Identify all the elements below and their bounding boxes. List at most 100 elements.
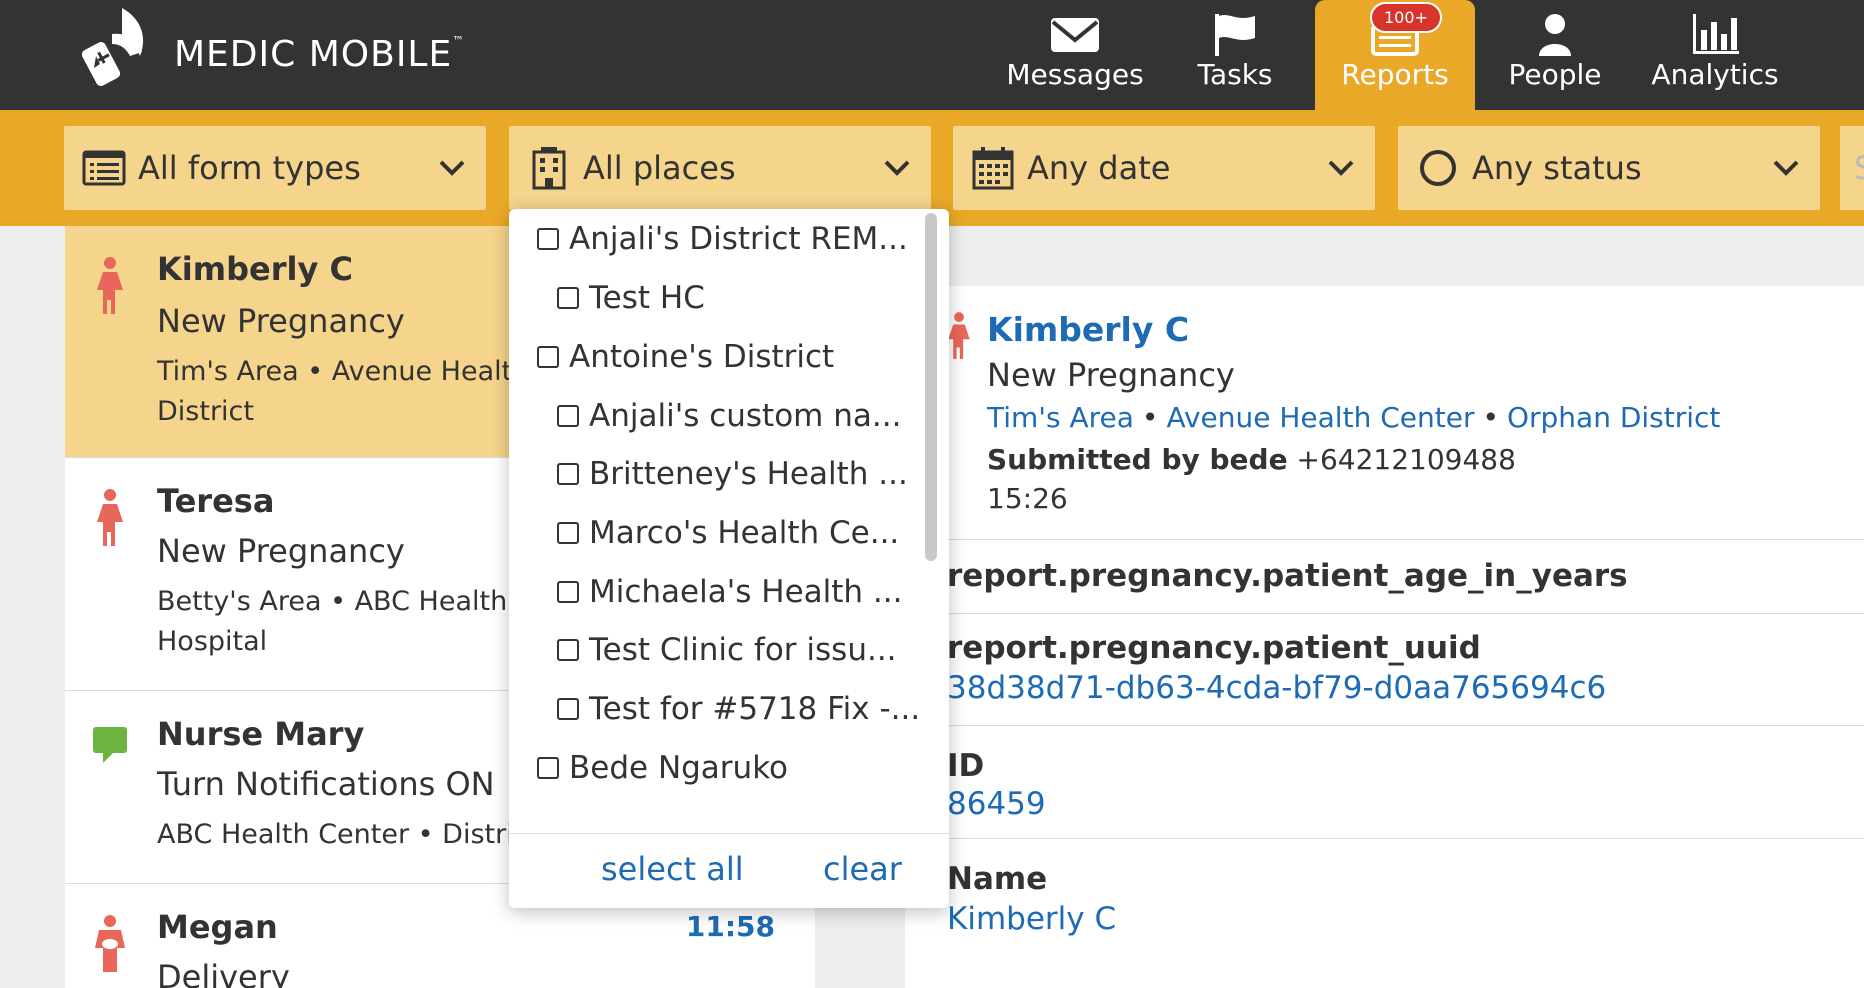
checkbox[interactable] <box>557 463 579 485</box>
date-filter[interactable]: Any date <box>953 126 1375 210</box>
report-patient-name: Nurse Mary <box>157 715 365 753</box>
checkbox[interactable] <box>537 757 559 779</box>
place-filter-label: All places <box>583 149 736 187</box>
field-label: ID <box>947 748 985 784</box>
report-form-name: Turn Notifications ON <box>157 765 495 803</box>
list-icon <box>82 146 126 190</box>
pregnant-woman-icon <box>97 257 123 314</box>
checkbox[interactable] <box>557 639 579 661</box>
place-option[interactable]: Michaela's Health ... <box>557 567 902 617</box>
field-label: report.pregnancy.patient_age_in_years <box>947 558 1628 594</box>
breadcrumb-separator: • <box>1141 401 1159 434</box>
select-all-button[interactable]: select all <box>601 850 744 888</box>
place-option-label: Britteney's Health ... <box>589 456 908 492</box>
field-value[interactable]: Kimberly C <box>947 901 1116 937</box>
status-filter-label: Any status <box>1472 149 1642 187</box>
place-option-label: Test Clinic for issu... <box>589 632 897 668</box>
detail-form-name: New Pregnancy <box>987 356 1235 394</box>
brand-logo[interactable]: MEDIC MOBILE™ <box>82 0 465 100</box>
place-option[interactable]: Test Clinic for issu... <box>557 625 897 675</box>
status-filter[interactable]: Any status <box>1398 126 1820 210</box>
place-option[interactable]: Bede Ngaruko <box>537 743 788 793</box>
place-option[interactable]: Test HC <box>557 273 705 323</box>
circle-icon <box>1416 146 1460 190</box>
bar-chart-icon <box>1693 14 1739 54</box>
place-option[interactable]: Marco's Health Ce... <box>557 508 899 558</box>
field-value[interactable]: 38d38d71-db63-4cda-bf79-d0aa765694c6 <box>947 670 1606 706</box>
pregnant-woman-icon <box>948 312 970 360</box>
report-form-name: New Pregnancy <box>157 302 405 340</box>
medic-mobile-logo-icon <box>82 8 144 86</box>
chevron-down-icon <box>439 160 465 176</box>
report-form-name: New Pregnancy <box>157 532 405 570</box>
checkbox[interactable] <box>537 228 559 250</box>
detail-field-row: Name Kimberly C <box>905 839 1864 988</box>
chevron-down-icon <box>884 160 910 176</box>
pregnant-woman-icon <box>97 489 123 546</box>
place-option-label: Bede Ngaruko <box>569 750 789 786</box>
detail-patient-name-link[interactable]: Kimberly C <box>987 310 1189 349</box>
clear-button[interactable]: clear <box>823 850 902 888</box>
checkbox[interactable] <box>557 405 579 427</box>
speech-bubble-icon <box>93 727 127 763</box>
dropdown-footer: select all clear <box>509 833 949 908</box>
place-option[interactable]: Antoine's District <box>537 332 834 382</box>
place-option[interactable]: Anjali's custom na... <box>557 391 901 441</box>
report-patient-name: Teresa <box>157 482 275 520</box>
tab-tasks[interactable]: Tasks <box>1170 0 1300 110</box>
submitted-by-label: Submitted by bede <box>987 443 1288 476</box>
detail-field-row: ID 86459 <box>905 726 1864 839</box>
place-link[interactable]: Avenue Health Center <box>1166 401 1474 434</box>
place-option[interactable]: Britteney's Health ... <box>557 449 908 499</box>
checkbox[interactable] <box>557 581 579 603</box>
detail-time: 15:26 <box>987 482 1068 515</box>
field-value[interactable]: 86459 <box>947 786 1046 822</box>
tab-people[interactable]: People <box>1490 0 1620 110</box>
tab-messages[interactable]: Messages <box>1000 0 1150 110</box>
checkbox[interactable] <box>557 698 579 720</box>
place-option-label: Michaela's Health ... <box>589 574 903 610</box>
place-option-label: Anjali's custom na... <box>589 398 902 434</box>
checkbox[interactable] <box>537 346 559 368</box>
tab-analytics[interactable]: Analytics <box>1640 0 1790 110</box>
tab-people-label: People <box>1508 58 1602 91</box>
tab-reports[interactable]: 100+ Reports <box>1315 0 1475 110</box>
report-time: 11:58 <box>685 910 775 943</box>
submitted-by-phone: +64212109488 <box>1296 443 1516 476</box>
chevron-down-icon <box>1773 160 1799 176</box>
breadcrumb-separator: • <box>1482 401 1499 434</box>
field-label: Name <box>947 861 1048 897</box>
tab-messages-label: Messages <box>1006 58 1144 91</box>
place-link[interactable]: Tim's Area <box>987 401 1134 434</box>
form-type-filter-label: All form types <box>138 149 361 187</box>
place-option[interactable]: Anjali's District REM... <box>537 214 908 264</box>
search-input[interactable]: S <box>1840 126 1864 210</box>
detail-field-row: report.pregnancy.patient_uuid 38d38d71-d… <box>905 614 1864 726</box>
envelope-icon <box>1051 18 1099 52</box>
submitted-by: Submitted by bede +64212109488 <box>987 443 1516 476</box>
place-option-label: Test for #5718 Fix -... <box>589 691 921 727</box>
detail-place-breadcrumb: Tim's Area • Avenue Health Center • Orphan D… <box>987 401 1720 434</box>
place-filter[interactable]: All places <box>509 126 931 210</box>
report-form-name: Delivery <box>157 958 290 988</box>
place-option[interactable]: Test for #5718 Fix -... <box>557 684 920 734</box>
detail-field-row: report.pregnancy.patient_age_in_years <box>905 540 1864 614</box>
places-dropdown-menu: Anjali's District REM... Test HC Antoine… <box>509 209 949 908</box>
flag-icon <box>1215 14 1255 56</box>
calendar-icon <box>971 146 1015 190</box>
tab-tasks-label: Tasks <box>1197 58 1273 91</box>
report-detail-header: Kimberly C New Pregnancy Tim's Area • Aven… <box>905 286 1864 540</box>
place-option-label: Anjali's District REM... <box>569 221 908 257</box>
checkbox[interactable] <box>557 287 579 309</box>
checkbox[interactable] <box>557 522 579 544</box>
place-option-label: Test HC <box>589 280 705 316</box>
report-patient-name: Megan <box>157 908 278 946</box>
person-icon <box>1539 14 1571 56</box>
form-type-filter[interactable]: All form types <box>64 126 486 210</box>
report-patient-name: Kimberly C <box>157 250 353 288</box>
scrollbar-thumb[interactable] <box>925 213 937 561</box>
tab-reports-label: Reports <box>1341 58 1449 91</box>
place-option-label: Antoine's District <box>569 339 835 375</box>
tab-analytics-label: Analytics <box>1651 58 1779 91</box>
place-link[interactable]: Orphan District <box>1507 401 1720 434</box>
